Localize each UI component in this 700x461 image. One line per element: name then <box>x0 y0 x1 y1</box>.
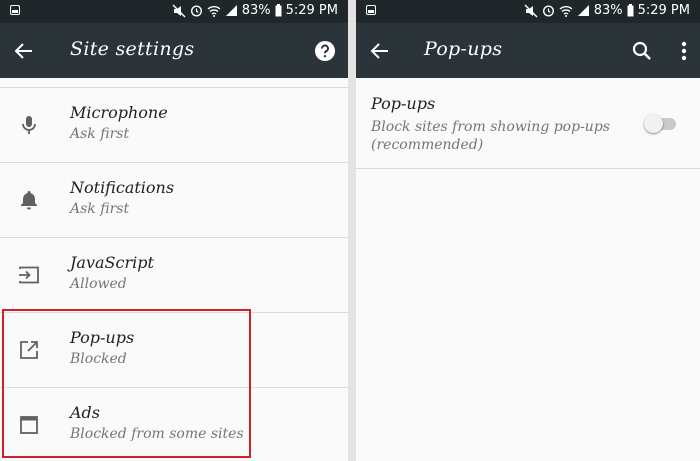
clock: 5:29 PM <box>637 3 690 18</box>
app-bar: Pop-ups <box>356 23 700 78</box>
setting-label: Pop-ups <box>371 94 436 113</box>
signal-icon <box>577 5 589 16</box>
page-title: Site settings <box>70 38 195 60</box>
back-arrow-icon[interactable] <box>368 39 392 63</box>
status-bar: 83% 5:29 PM <box>0 0 348 23</box>
setting-item-label: Ads <box>70 403 101 422</box>
back-arrow-icon[interactable] <box>12 39 36 63</box>
notification-icon <box>366 5 376 15</box>
setting-item-microphone[interactable]: Microphone Ask first <box>0 88 348 163</box>
clock: 5:29 PM <box>285 3 338 18</box>
popups-setting-row[interactable]: Pop-ups Block sites from showing pop-ups… <box>356 78 700 169</box>
wifi-icon <box>207 6 221 17</box>
window-icon <box>20 416 38 434</box>
search-icon[interactable] <box>630 39 654 63</box>
external-link-icon <box>20 341 38 359</box>
alarm-icon <box>542 5 554 17</box>
notification-icon <box>10 5 20 15</box>
setting-item-label: Notifications <box>70 178 175 197</box>
setting-item-status: Ask first <box>70 126 130 142</box>
signal-icon <box>225 5 237 16</box>
list-divider <box>0 78 348 88</box>
battery-icon <box>627 4 634 17</box>
setting-item-label: Microphone <box>70 103 168 122</box>
site-settings-screen: 83% 5:29 PM Site settings Microphone Ask… <box>0 0 348 461</box>
setting-item-status: Blocked <box>70 351 127 367</box>
setting-item-popups[interactable]: Pop-ups Blocked <box>0 313 348 388</box>
mute-icon <box>172 4 186 17</box>
setting-item-label: Pop-ups <box>70 328 135 347</box>
status-bar: 83% 5:29 PM <box>356 0 700 23</box>
javascript-icon <box>19 266 39 284</box>
app-bar: Site settings <box>0 23 348 78</box>
battery-icon <box>275 4 282 17</box>
wifi-icon <box>559 6 573 17</box>
battery-percent: 83% <box>593 3 623 18</box>
popups-toggle[interactable] <box>644 113 678 133</box>
battery-percent: 83% <box>241 3 271 18</box>
toggle-thumb <box>644 114 663 133</box>
microphone-icon <box>22 116 36 134</box>
setting-item-status: Blocked from some sites <box>70 426 244 442</box>
setting-description: Block sites from showing pop-ups (recomm… <box>371 119 610 153</box>
mute-icon <box>524 4 538 17</box>
setting-item-status: Allowed <box>70 276 127 292</box>
setting-item-notifications[interactable]: Notifications Ask first <box>0 163 348 238</box>
setting-item-ads[interactable]: Ads Blocked from some sites <box>0 388 348 461</box>
site-settings-list: Microphone Ask first Notifications Ask f… <box>0 78 348 461</box>
setting-item-javascript[interactable]: JavaScript Allowed <box>0 238 348 313</box>
more-vert-icon[interactable] <box>678 39 690 63</box>
setting-item-label: JavaScript <box>70 253 154 272</box>
help-icon[interactable] <box>314 40 336 62</box>
page-title: Pop-ups <box>424 38 503 60</box>
setting-item-status: Ask first <box>70 201 130 217</box>
bell-icon <box>21 191 37 210</box>
popups-screen: 83% 5:29 PM Pop-ups Pop-ups Block sites … <box>356 0 700 461</box>
alarm-icon <box>190 5 202 17</box>
